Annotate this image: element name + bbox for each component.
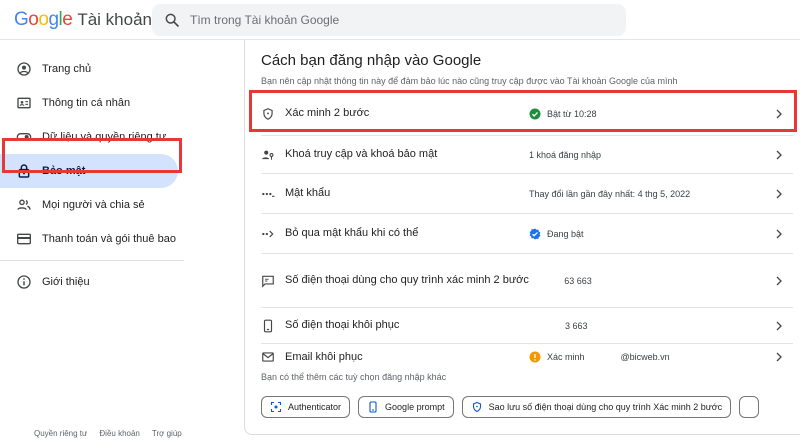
authenticator-icon [270, 401, 282, 413]
sidebar-item-label: Bảo mật [42, 165, 86, 177]
chip-label: Authenticator [288, 402, 342, 412]
device-icon [369, 401, 377, 413]
logo-letter: o [28, 9, 39, 30]
row-value-text: Bật từ 10:28 [547, 108, 597, 119]
row-2sv-phone[interactable]: Số điện thoại dùng cho quy trình xác min… [261, 254, 793, 308]
row-password[interactable]: Mật khẩu Thay đổi lần gần đây nhất: 4 th… [261, 174, 793, 214]
footer-link-privacy[interactable]: Quyền riêng tư [34, 429, 87, 438]
google-account-logo[interactable]: Google Tài khoản [14, 9, 152, 31]
row-label: Bỏ qua mật khẩu khi có thể [285, 227, 419, 239]
credit-card-icon [17, 233, 31, 245]
sidebar-item-home[interactable]: Trang chủ [0, 52, 184, 86]
extra-options-note: Bạn có thể thêm các tuỳ chọn đăng nhập k… [261, 372, 447, 382]
sidebar-item-label: Trang chủ [42, 63, 92, 75]
skip-password-icon [262, 230, 274, 237]
logo-letter: G [14, 9, 29, 30]
card-title: Cách bạn đăng nhập vào Google [261, 52, 482, 69]
search-icon [165, 13, 179, 27]
sidebar-item-people-sharing[interactable]: Mọi người và chia sẻ [0, 188, 184, 222]
logo-letter: o [38, 9, 49, 30]
card-description: Bạn nên cập nhật thông tin này để đảm bả… [261, 76, 678, 86]
footer-link-help[interactable]: Trợ giúp [152, 429, 182, 438]
extra-options-chips: Authenticator Google prompt Sao lưu số đ… [261, 396, 760, 418]
logo-letter: e [62, 9, 73, 30]
toggle-icon [16, 133, 32, 141]
mail-icon [262, 352, 274, 362]
row-value: Xác minh @bicweb.vn [529, 351, 670, 363]
sidebar-item-personal-info[interactable]: Thông tin cá nhân [0, 86, 184, 120]
row-value-text: Đang bật [547, 228, 584, 239]
row-value: Đang bật [529, 228, 584, 240]
home-icon [17, 62, 31, 76]
product-name: Tài khoản [77, 10, 152, 29]
row-2-step-verification[interactable]: Xác minh 2 bước Bật từ 10:28 [261, 92, 793, 136]
shield-icon [472, 401, 481, 413]
row-value: 3 663 [565, 321, 588, 331]
row-value-text: 1 khoá đăng nhập [529, 149, 602, 160]
chevron-right-icon [776, 321, 782, 330]
sidebar-item-about[interactable]: Giới thiệu [0, 265, 184, 299]
search-bar[interactable] [152, 4, 626, 36]
search-input[interactable] [190, 4, 610, 36]
footer-links: Quyền riêng tư Điều khoản Trợ giúp [34, 429, 182, 438]
row-recovery-phone[interactable]: Số điện thoại khôi phục 3 663 [261, 308, 793, 344]
row-label: Email khôi phục [285, 350, 363, 363]
backup-phone-chip[interactable]: Sao lưu số điện thoại dùng cho quy trình… [461, 396, 732, 418]
google-prompt-chip[interactable]: Google prompt [358, 396, 454, 418]
shield-icon [263, 107, 273, 120]
lock-icon [18, 164, 30, 178]
sidebar-item-label: Giới thiệu [42, 276, 90, 288]
sidebar-item-security[interactable]: Bảo mật [0, 154, 178, 188]
chevron-right-icon [776, 189, 782, 198]
row-label: Mật khẩu [285, 187, 331, 199]
row-value: Bật từ 10:28 [529, 108, 597, 120]
row-label: Số điện thoại khôi phục [285, 319, 400, 331]
phone-icon [263, 319, 273, 332]
people-icon [17, 199, 31, 210]
passkey-icon [262, 150, 274, 160]
row-label: Xác minh 2 bước [285, 107, 370, 119]
row-skip-password[interactable]: Bỏ qua mật khẩu khi có thể Đang bật [261, 214, 793, 254]
chevron-right-icon [776, 229, 782, 238]
logo-letter: g [48, 9, 59, 30]
sidebar-item-payments[interactable]: Thanh toán và gói thuê bao [0, 222, 184, 256]
row-value: ﾠ63 663 [556, 274, 592, 287]
row-value: 1 khoá đăng nhập [529, 150, 601, 160]
sidebar-item-label: Dữ liệu và quyền riêng tư [42, 131, 167, 143]
chevron-right-icon [776, 352, 782, 362]
warning-icon [529, 351, 541, 363]
sidebar-nav: Trang chủ Thông tin cá nhân Dữ liệu và q… [0, 52, 184, 299]
row-value-text: ﾠ63 663 [556, 276, 592, 286]
sidebar-item-label: Thông tin cá nhân [42, 97, 131, 109]
password-icon [262, 192, 275, 197]
info-icon [17, 275, 31, 289]
row-value-text: 3 663 [565, 320, 588, 331]
chevron-right-icon [776, 150, 782, 159]
authenticator-chip[interactable]: Authenticator [261, 396, 351, 418]
chip-label: Sao lưu số điện thoại dùng cho quy trình… [488, 402, 723, 412]
row-label: Khoá truy cập và khoá bảo mật [285, 148, 438, 160]
signin-methods-card: Cách bạn đăng nhập vào Google Bạn nên cậ… [244, 40, 800, 435]
more-chip-partial[interactable] [739, 396, 760, 418]
message-icon [262, 275, 274, 288]
chevron-right-icon [776, 276, 782, 285]
row-value-text: Xác minh [547, 352, 585, 362]
row-value: Thay đổi lần gần đây nhất: 4 thg 5, 2022 [529, 189, 690, 199]
sidebar-item-label: Mọi người và chia sẻ [42, 199, 145, 211]
row-passkeys[interactable]: Khoá truy cập và khoá bảo mật 1 khoá đăn… [261, 136, 793, 174]
row-label: Số điện thoại dùng cho quy trình xác min… [285, 274, 529, 286]
row-value-text: Thay đổi lần gần đây nhất: 4 thg 5, 2022 [529, 188, 691, 199]
app-header: Google Tài khoản [0, 0, 800, 40]
row-recovery-email[interactable]: Email khôi phục Xác minh @bicweb.vn [261, 344, 793, 370]
chip-label: Google prompt [385, 402, 445, 412]
chevron-right-icon [776, 109, 782, 118]
footer-link-terms[interactable]: Điều khoản [99, 429, 139, 438]
sidebar-divider [0, 260, 184, 261]
verified-icon [529, 228, 541, 239]
sidebar-item-data-privacy[interactable]: Dữ liệu và quyền riêng tư [0, 120, 184, 154]
id-card-icon [17, 97, 31, 109]
check-circle-icon [529, 108, 541, 119]
row-value-email: @bicweb.vn [620, 352, 670, 362]
sidebar-item-label: Thanh toán và gói thuê bao [42, 233, 176, 245]
